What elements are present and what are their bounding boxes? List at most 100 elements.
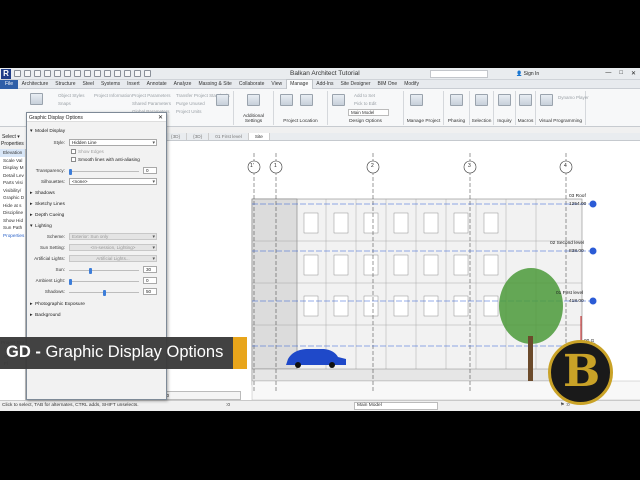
revit-logo-icon[interactable]: R: [1, 69, 11, 79]
thin-lines-icon[interactable]: [124, 70, 131, 77]
search-input[interactable]: [430, 70, 488, 78]
tab-view[interactable]: View: [268, 80, 286, 89]
tab-architecture[interactable]: Architecture: [18, 80, 52, 89]
switch-windows-icon[interactable]: [144, 70, 151, 77]
design-option-select[interactable]: Main Model: [348, 109, 390, 116]
tab-file[interactable]: File: [0, 79, 19, 89]
redo-icon[interactable]: [54, 70, 61, 77]
design-option-status[interactable]: Main Model: [354, 402, 438, 410]
show-edges-checkbox[interactable]: Show Edges: [71, 149, 104, 155]
properties-row[interactable]: Show Hid: [0, 217, 25, 225]
object-styles-button[interactable]: Object Styles: [58, 93, 85, 98]
select-dropdown[interactable]: Select ▾: [0, 127, 26, 141]
sun-slider[interactable]: [69, 267, 139, 274]
tab-steel[interactable]: Steel: [79, 80, 97, 89]
section-lighting[interactable]: ▾ Lighting: [30, 224, 52, 229]
sync-icon[interactable]: [34, 70, 41, 77]
tab-first-level[interactable]: 01 First level: [209, 133, 249, 140]
design-options-icon[interactable]: [332, 94, 345, 106]
print-icon[interactable]: [64, 70, 71, 77]
ambient-slider[interactable]: [69, 278, 139, 285]
close-hidden-icon[interactable]: [134, 70, 141, 77]
properties-row[interactable]: Detail Lev: [0, 172, 25, 180]
section-photographic-exposure[interactable]: ▸ Photographic Exposure: [30, 302, 85, 307]
close-button[interactable]: ✕: [631, 70, 636, 77]
structural-settings-icon[interactable]: [216, 94, 229, 106]
tab-3d-view[interactable]: {3D}: [165, 133, 188, 140]
sign-in-link[interactable]: 👤 Sign In: [516, 71, 539, 77]
save-icon[interactable]: [24, 70, 31, 77]
measure-icon[interactable]: [74, 70, 81, 77]
text-icon[interactable]: [94, 70, 101, 77]
filter-icon[interactable]: ⚑ :0: [560, 403, 570, 408]
open-icon[interactable]: [14, 70, 21, 77]
3d-view-icon[interactable]: [104, 70, 111, 77]
tab-systems[interactable]: Systems: [97, 80, 123, 89]
artificial-lights-button[interactable]: Artificial Lights...: [69, 255, 157, 262]
properties-row[interactable]: Display M: [0, 164, 25, 172]
project-information-button[interactable]: Project Information: [94, 93, 132, 98]
tab-collaborate[interactable]: Collaborate: [235, 80, 268, 89]
ambient-value[interactable]: 0: [143, 277, 157, 284]
materials-icon[interactable]: [30, 93, 43, 105]
selection-icon[interactable]: [475, 94, 488, 106]
tab-structure[interactable]: Structure: [52, 80, 79, 89]
smooth-lines-checkbox[interactable]: Smooth lines with anti-aliasing: [71, 157, 140, 163]
properties-row[interactable]: Graphic D: [0, 194, 25, 202]
tab-massing-site[interactable]: Massing & Site: [195, 80, 235, 89]
properties-row[interactable]: Hide at s: [0, 202, 25, 210]
pick-to-edit-button[interactable]: Pick to Edit: [354, 101, 377, 106]
macros-icon[interactable]: [519, 94, 532, 106]
slider-thumb[interactable]: [69, 168, 72, 175]
tab-analyze[interactable]: Analyze: [170, 80, 195, 89]
section-icon[interactable]: [114, 70, 121, 77]
sun-setting-button[interactable]: <In-session, Lighting>: [69, 244, 157, 251]
tag-icon[interactable]: [84, 70, 91, 77]
tab-manage[interactable]: Manage: [285, 79, 313, 89]
location-icon[interactable]: [280, 94, 293, 106]
silhouettes-select[interactable]: <none>: [69, 178, 157, 185]
add-to-set-button[interactable]: Add to Set: [354, 93, 375, 98]
section-sketchy-lines[interactable]: ▸ Sketchy Lines: [30, 202, 65, 207]
section-depth-cueing[interactable]: ▸ Depth Cueing: [30, 213, 64, 218]
slider-thumb[interactable]: [102, 289, 106, 296]
sun-value[interactable]: 30: [143, 266, 157, 273]
tab-bim-one[interactable]: BIM One: [374, 80, 401, 89]
minimize-button[interactable]: —: [605, 70, 611, 77]
workset-icon[interactable]: :0: [226, 403, 230, 408]
dialog-close-icon[interactable]: ✕: [158, 114, 163, 121]
properties-row[interactable]: Visibility/: [0, 187, 25, 195]
properties-row[interactable]: Scale Val: [0, 157, 25, 165]
scheme-select[interactable]: Exterior: Sun only: [69, 233, 157, 240]
section-model-display[interactable]: ▾ Model Display: [30, 129, 65, 134]
slider-thumb[interactable]: [89, 267, 93, 274]
additional-settings-icon[interactable]: [247, 94, 260, 106]
slider-thumb[interactable]: [69, 278, 72, 285]
dynamo-icon[interactable]: [540, 94, 553, 106]
phases-icon[interactable]: [450, 94, 463, 106]
transparency-value[interactable]: 0: [143, 167, 157, 174]
coordinates-icon[interactable]: [300, 94, 313, 106]
properties-row[interactable]: Discipline: [0, 209, 25, 217]
project-units-button[interactable]: Project Units: [176, 109, 202, 114]
tab-annotate[interactable]: Annotate: [143, 80, 170, 89]
snaps-button[interactable]: Snaps: [58, 101, 71, 106]
section-shadows[interactable]: ▸ Shadows: [30, 191, 55, 196]
shared-parameters-button[interactable]: Shared Parameters: [132, 101, 171, 106]
purge-unused-button[interactable]: Purge Unused: [176, 101, 205, 106]
properties-help-link[interactable]: Properties: [0, 232, 25, 240]
maximize-button[interactable]: □: [619, 70, 623, 77]
project-parameters-button[interactable]: Project Parameters: [132, 93, 171, 98]
style-select[interactable]: Hidden Line: [69, 139, 157, 146]
shadows-value[interactable]: 50: [143, 288, 157, 295]
properties-row[interactable]: Sun Path: [0, 224, 25, 232]
inquiry-icon[interactable]: [498, 94, 511, 106]
tab-add-ins[interactable]: Add-Ins: [313, 80, 337, 89]
tab-3d-view[interactable]: {3D}: [187, 133, 210, 140]
properties-row[interactable]: Parts Visi: [0, 179, 25, 187]
tab-site[interactable]: Site: [248, 133, 270, 140]
section-background[interactable]: ▸ Background: [30, 313, 61, 318]
shadows-slider[interactable]: [69, 289, 139, 296]
dynamo-player-button[interactable]: Dynamo Player: [558, 95, 589, 100]
properties-type[interactable]: Elevation: [0, 149, 25, 157]
